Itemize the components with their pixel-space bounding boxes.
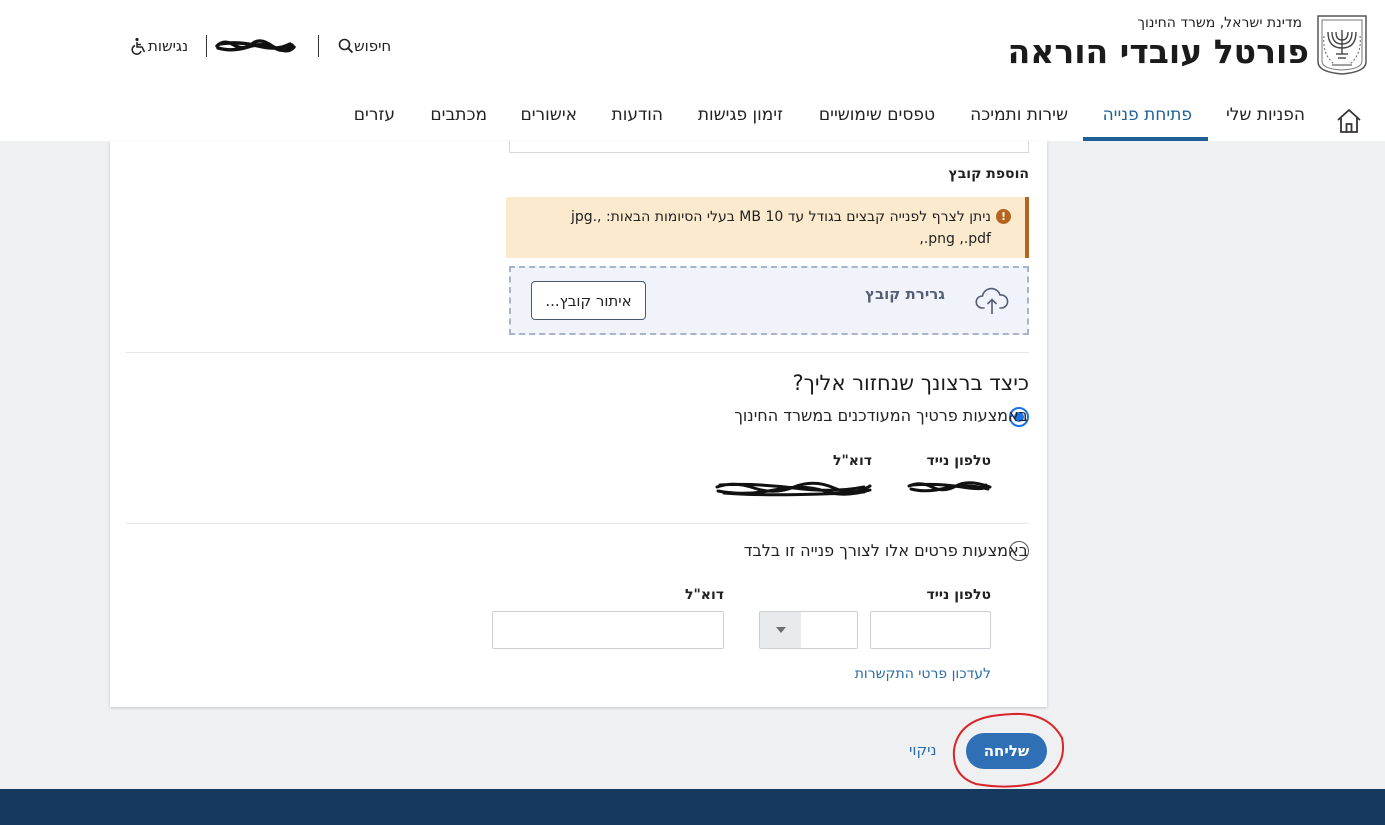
home-icon[interactable] <box>1335 107 1363 135</box>
radio-custom-details-label[interactable]: באמצעות פרטים אלו לצורך פנייה זו בלבד <box>744 541 1028 560</box>
existing-phone-label: טלפון נייד <box>926 453 992 469</box>
state-emblem-icon <box>1317 15 1367 75</box>
nav-item-my-requests[interactable]: הפניות שלי <box>1226 105 1305 125</box>
text-area-bottom-edge[interactable] <box>509 141 1029 153</box>
update-contact-details-link[interactable]: לעדכון פרטי התקשרות <box>855 666 991 682</box>
nav-item-aids[interactable]: עזרים <box>354 105 395 125</box>
nav-item-messages[interactable]: הודעות <box>612 105 663 125</box>
phone-prefix-select[interactable] <box>759 611 858 649</box>
section-divider <box>126 523 1029 524</box>
drag-file-label: גרירת קובץ <box>865 285 945 303</box>
contact-method-question: כיצד ברצונך שנחזור אליך? <box>792 371 1029 395</box>
wheelchair-icon <box>131 37 146 55</box>
clear-button[interactable]: ניקוי <box>909 741 936 759</box>
exclamation-icon: ! <box>996 209 1011 224</box>
add-file-heading: הוספת קובץ <box>948 166 1030 182</box>
nav-item-service-support[interactable]: שירות ותמיכה <box>970 105 1068 125</box>
redacted-username-scribble[interactable] <box>214 37 296 55</box>
redacted-email-scribble <box>715 481 872 497</box>
send-button[interactable]: שליחה <box>966 733 1047 769</box>
custom-phone-input[interactable] <box>870 611 991 649</box>
chevron-down-icon <box>776 627 786 633</box>
search-link[interactable]: חיפוש <box>334 36 391 56</box>
radio-existing-details-label[interactable]: באמצעות פרטיך המעודכנים במשרד החינוך <box>734 406 1028 425</box>
nav-item-open-request[interactable]: פתיחת פנייה <box>1103 105 1192 125</box>
nav-item-approvals[interactable]: אישורים <box>520 105 577 125</box>
portal-title[interactable]: פורטל עובדי הוראה <box>1008 32 1309 71</box>
accessibility-link[interactable]: נגישות <box>126 36 188 56</box>
browse-file-button[interactable]: איתור קובץ... <box>531 281 646 320</box>
file-size-warning: ! ניתן לצרף לפנייה קבצים בגודל עד 10 MB … <box>506 197 1029 258</box>
warning-text: ניתן לצרף לפנייה קבצים בגודל עד 10 MB בע… <box>570 209 991 247</box>
search-icon <box>338 38 354 54</box>
nav-item-letters[interactable]: מכתבים <box>430 105 487 125</box>
custom-email-label: דוא"ל <box>685 587 724 603</box>
nav-item-schedule-meetings[interactable]: זימון פגישות <box>698 105 783 125</box>
header-separator <box>206 35 207 57</box>
nav-active-indicator <box>1083 137 1208 141</box>
search-label: חיפוש <box>354 37 392 55</box>
redacted-phone-scribble <box>907 481 992 493</box>
nav-item-useful-forms[interactable]: טפסים שימושיים <box>819 105 935 125</box>
header-separator <box>318 35 319 57</box>
cloud-upload-icon <box>975 287 1009 314</box>
prefix-dropdown-button[interactable] <box>760 612 801 648</box>
custom-phone-label: טלפון נייד <box>926 587 992 603</box>
accessibility-label: נגישות <box>148 37 189 55</box>
ministry-line: מדינת ישראל, משרד החינוך <box>1137 15 1303 31</box>
file-dropzone[interactable]: גרירת קובץ איתור קובץ... <box>509 266 1029 335</box>
existing-email-label: דוא"ל <box>833 453 872 469</box>
section-divider <box>126 352 1029 353</box>
site-footer <box>0 789 1385 825</box>
custom-email-input[interactable] <box>492 611 724 649</box>
